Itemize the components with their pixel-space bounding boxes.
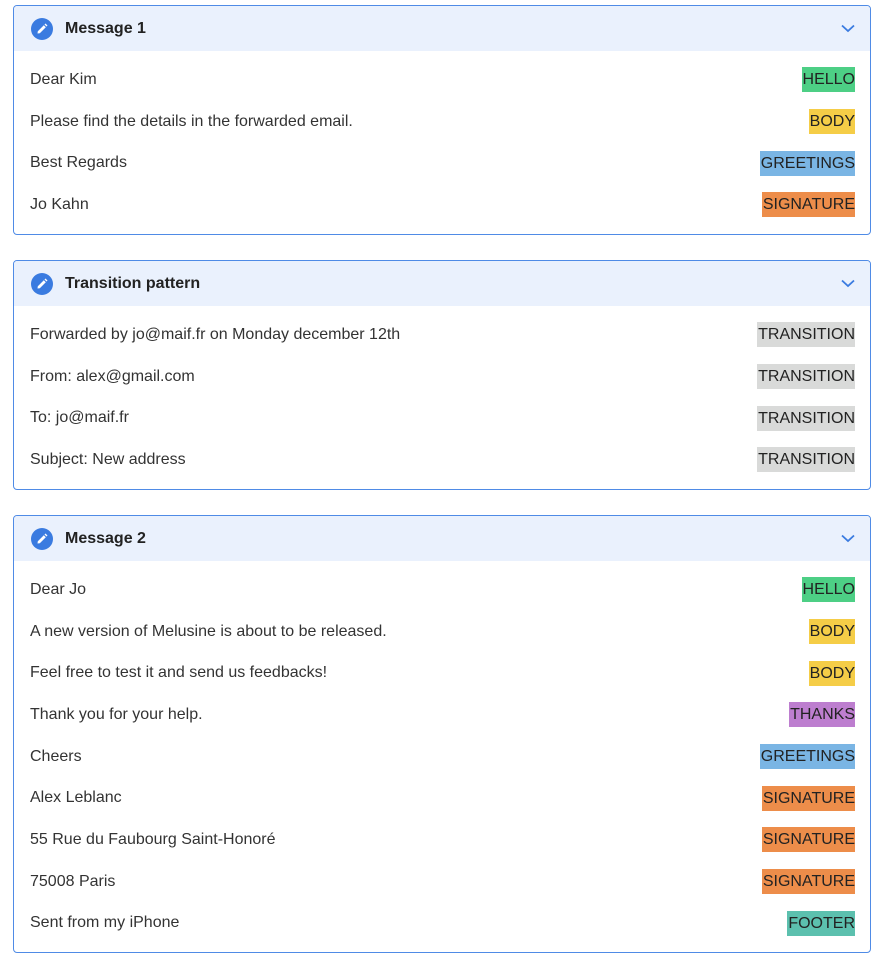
table-row: Forwarded by jo@maif.fr on Monday decemb… [14,314,870,356]
table-row: Thank you for your help. THANKS [14,694,870,736]
tag-badge[interactable]: FOOTER [787,910,855,936]
tag-badge[interactable]: SIGNATURE [761,192,855,218]
row-text: Please find the details in the forwarded… [30,112,353,130]
chevron-down-icon[interactable] [840,531,856,545]
table-row: Sent from my iPhone FOOTER [14,903,870,945]
table-row: Please find the details in the forwarded… [14,101,870,143]
row-text: Thank you for your help. [30,705,203,723]
chevron-down-icon[interactable] [840,276,856,290]
tag-badge[interactable]: BODY [808,109,855,135]
row-text: 75008 Paris [30,872,116,890]
table-row: Feel free to test it and send us feedbac… [14,652,870,694]
edit-icon[interactable] [31,272,53,295]
row-text: Cheers [30,747,82,765]
table-row: Dear Jo HELLO [14,569,870,611]
table-row: A new version of Melusine is about to be… [14,611,870,653]
row-text: From: alex@gmail.com [30,367,195,385]
tag-badge[interactable]: TRANSITION [757,405,855,431]
tag-badge[interactable]: HELLO [801,577,855,603]
table-row: To: jo@maif.fr TRANSITION [14,397,870,439]
tag-badge[interactable]: BODY [808,660,855,686]
tag-badge[interactable]: TRANSITION [757,364,855,390]
panel-header[interactable]: Message 1 [14,6,870,51]
panel-title: Transition pattern [65,274,201,292]
row-list: Dear Jo HELLO A new version of Melusine is… [14,561,870,944]
table-row: Subject: New address TRANSITION [14,439,870,481]
row-text: Forwarded by jo@maif.fr on Monday decemb… [30,325,401,343]
message-2-panel: Message 2 Dear Jo HELLO A new version of M… [13,515,871,953]
chevron-down-icon[interactable] [840,21,856,35]
tag-badge[interactable]: GREETINGS [759,744,855,770]
tag-badge[interactable]: SIGNATURE [761,869,855,895]
transition-pattern-panel: Transition pattern Forwarded by jo@maif.… [13,260,871,490]
tag-badge[interactable]: TRANSITION [757,322,855,348]
table-row: From: alex@gmail.com TRANSITION [14,356,870,398]
row-text: A new version of Melusine is about to be… [30,622,387,640]
row-text: Sent from my iPhone [30,914,180,932]
row-text: Subject: New address [30,450,186,468]
row-text: Jo Kahn [30,195,89,213]
tag-badge[interactable]: GREETINGS [759,150,855,176]
tag-badge[interactable]: SIGNATURE [761,827,855,853]
tag-badge[interactable]: BODY [808,619,855,645]
tag-badge[interactable]: THANKS [789,702,855,728]
message-1-panel: Message 1 Dear Kim HELLO Please find the d… [13,5,871,235]
row-text: Dear Kim [30,70,97,88]
table-row: Alex Leblanc SIGNATURE [14,777,870,819]
table-row: Cheers GREETINGS [14,736,870,778]
row-text: 55 Rue du Faubourg Saint-Honoré [30,830,276,848]
edit-icon[interactable] [31,17,53,40]
table-row: Dear Kim HELLO [14,59,870,101]
tag-badge[interactable]: SIGNATURE [761,785,855,811]
table-row: Jo Kahn SIGNATURE [14,184,870,226]
row-text: Alex Leblanc [30,789,122,807]
panel-title: Message 2 [65,529,146,547]
row-text: Dear Jo [30,580,87,598]
table-row: 75008 Paris SIGNATURE [14,861,870,903]
tag-badge[interactable]: TRANSITION [757,447,855,473]
edit-icon[interactable] [31,527,53,550]
row-list: Forwarded by jo@maif.fr on Monday decemb… [14,306,870,481]
table-row: Best Regards GREETINGS [14,142,870,184]
panel-header[interactable]: Message 2 [14,516,870,561]
panel-header[interactable]: Transition pattern [14,261,870,306]
panel-title: Message 1 [65,19,146,37]
table-row: 55 Rue du Faubourg Saint-Honoré SIGNATURE [14,819,870,861]
row-text: Best Regards [30,154,127,172]
tag-badge[interactable]: HELLO [801,67,855,93]
row-text: To: jo@maif.fr [30,409,129,427]
row-list: Dear Kim HELLO Please find the details in … [14,51,870,226]
row-text: Feel free to test it and send us feedbac… [30,664,328,682]
